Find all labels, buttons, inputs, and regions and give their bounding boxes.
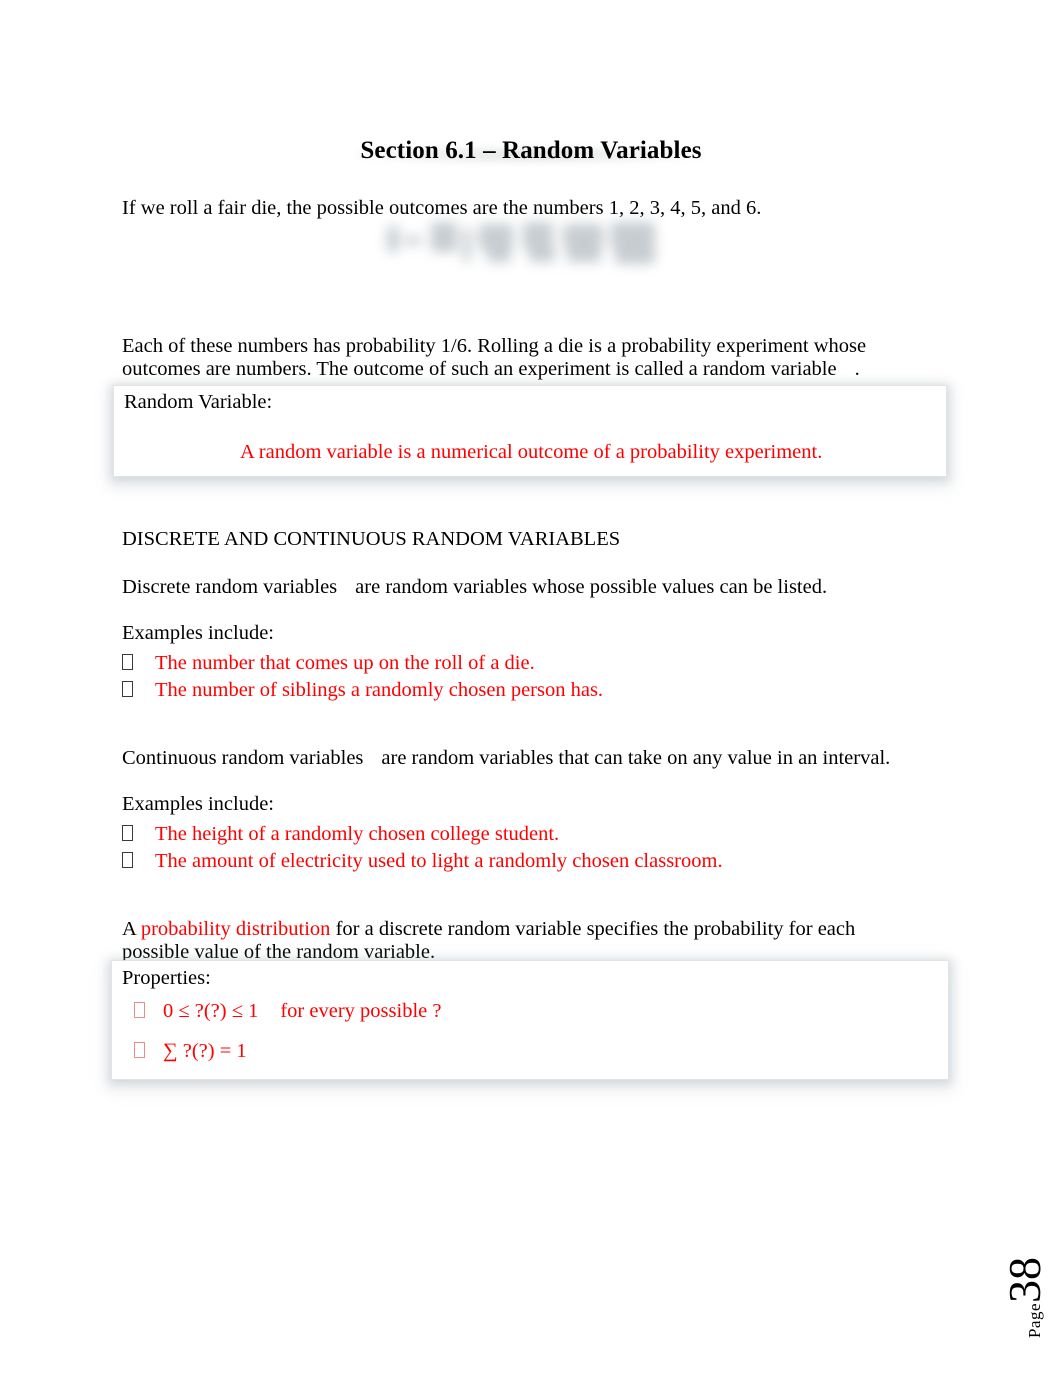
intro-paragraph: If we roll a fair die, the possible outc… [122,196,762,219]
list-item: The number of siblings a randomly chosen… [122,677,603,704]
property-formula: ∑ ?(?) = 1 [163,1039,247,1062]
list-item-label: The height of a randomly chosen college … [155,823,560,845]
discrete-definition-line: Discrete random variables are random vari… [122,576,922,600]
definition-box-statement: A random variable is a numerical outcome… [240,441,823,463]
probability-distribution-term: probability distribution [140,917,331,940]
page-number-footer: Page38 [999,1257,1050,1339]
property-formula: 0 ≤ ?(?) ≤ 1 [163,1000,259,1022]
prob-dist-lead: A [122,917,136,940]
list-item: The amount of electricity used to light … [122,848,723,875]
each-paragraph-line-2a: outcomes are numbers. The outcome of suc… [122,358,698,381]
probability-distribution-paragraph: A probability distribution for a discret… [122,918,912,965]
list-item: 0 ≤ ?(?) ≤ 1 for every possible ? [134,1001,441,1022]
each-numbers-paragraph: Each of these numbers has probability 1/… [122,335,912,382]
bullet-tofu-icon [134,1041,145,1058]
bullet-tofu-icon [134,1002,145,1018]
page-number-value: 38 [999,1257,1050,1303]
examples-label-discrete: Examples include: [122,621,274,644]
list-item: ∑ ?(?) = 1 [134,1039,441,1062]
properties-list: 0 ≤ ?(?) ≤ 1 for every possible ? ∑ ?(?) … [134,1001,441,1080]
continuous-definition: are random variables that can take on an… [381,746,891,769]
discrete-term: Discrete random variables [122,575,338,598]
discrete-definition: are random variables whose possible valu… [355,575,828,598]
property-note: for every possible ? [280,1000,442,1022]
each-paragraph-line-1: Each of these numbers has probability 1/… [122,334,867,357]
properties-box-label: Properties: [122,967,211,989]
list-item: The number that comes up on the roll of … [122,650,603,677]
bullet-tofu-icon [122,681,133,698]
section-heading: DISCRETE AND CONTINUOUS RANDOM VARIABLES [122,527,621,550]
list-item: The height of a randomly chosen college … [122,821,723,848]
prob-dist-rest-line-1: for a discrete random variable specifies… [335,917,856,940]
list-item-label: The number of siblings a randomly chosen… [155,679,604,702]
continuous-examples-list: The height of a randomly chosen college … [122,821,723,875]
bullet-tofu-icon [122,825,133,841]
continuous-definition-line: Continuous random variables are random va… [122,747,932,771]
list-item-label: The amount of electricity used to light … [155,850,723,873]
prob-dist-rest-line-2: possible value of the random variable. [122,941,436,964]
examples-label-continuous: Examples include: [122,792,274,815]
page-title: Section 6.1 – Random Variables [360,136,702,164]
random-variable-definition-box: Random Variable: A random variable is a … [114,386,946,476]
random-variable-term: random variable [702,358,837,381]
continuous-term: Continuous random variables [122,746,364,769]
dice-figure-image [383,212,683,274]
page-number-label: Page [1025,1303,1044,1339]
bullet-tofu-icon [122,852,133,869]
each-paragraph-period: . [854,358,860,381]
list-item-label: The number that comes up on the roll of … [155,652,535,674]
discrete-examples-list: The number that comes up on the roll of … [122,650,603,704]
document-page: Section 6.1 – Random Variables If we rol… [0,0,1062,1377]
bullet-tofu-icon [122,654,133,670]
definition-box-label: Random Variable: [124,391,273,413]
properties-box: Properties: 0 ≤ ?(?) ≤ 1 for every possib… [112,961,948,1079]
